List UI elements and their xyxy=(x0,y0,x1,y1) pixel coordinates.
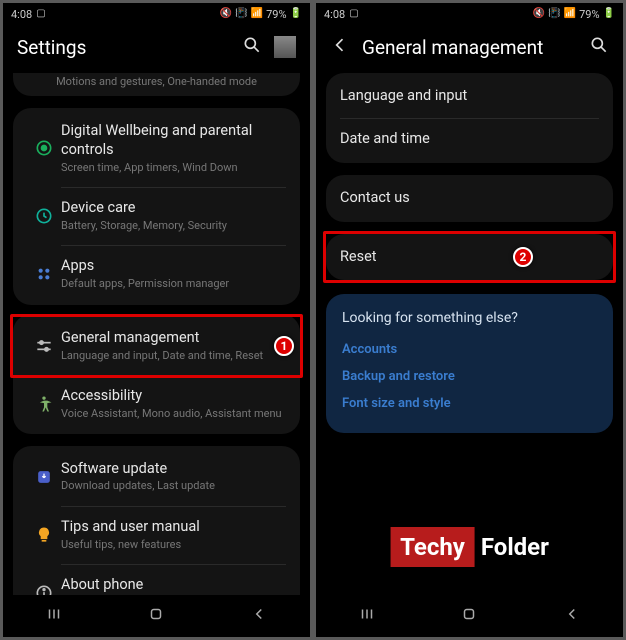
accessibility-icon xyxy=(27,394,61,414)
status-battery: 79% xyxy=(579,8,599,21)
row-sub: Default apps, Permission manager xyxy=(61,277,286,291)
row-title: Tips and user manual xyxy=(61,518,286,537)
battery-icon: 🔋 xyxy=(603,9,615,19)
wifi-icon: 📶 xyxy=(251,9,263,19)
status-bar: 4:08 ▢ 🔇 📳 📶 79% 🔋 xyxy=(3,3,310,25)
nav-home[interactable] xyxy=(147,605,165,627)
settings-row-software-update[interactable]: Software update Download updates, Last u… xyxy=(13,448,300,506)
looking-card: Looking for something else? Accounts Bac… xyxy=(326,294,613,433)
gm-group-contact: Contact us xyxy=(326,175,613,222)
phone-right: 4:08 ▢ 🔇 📳 📶 79% 🔋 General management La… xyxy=(316,3,623,637)
wellbeing-icon xyxy=(27,138,61,158)
nav-back[interactable] xyxy=(563,605,581,627)
settings-row-tips[interactable]: Tips and user manual Useful tips, new fe… xyxy=(13,506,300,564)
settings-row-accessibility[interactable]: Accessibility Voice Assistant, Mono audi… xyxy=(13,375,300,433)
row-title: About phone xyxy=(61,576,286,595)
nav-bar xyxy=(3,595,310,637)
settings-group-1: Digital Wellbeing and parental controls … xyxy=(13,108,300,305)
settings-row-wellbeing[interactable]: Digital Wellbeing and parental controls … xyxy=(13,110,300,187)
battery-icon: 🔋 xyxy=(290,9,302,19)
row-date-time[interactable]: Date and time xyxy=(326,118,613,161)
settings-group-2: General management Language and input, D… xyxy=(13,314,300,433)
callout-1: 1 xyxy=(274,336,294,356)
row-title: Software update xyxy=(61,460,286,479)
link-font-size-style[interactable]: Font size and style xyxy=(342,390,597,417)
settings-row-device-care[interactable]: Device care Battery, Storage, Memory, Se… xyxy=(13,187,300,245)
screenshot-icon: ▢ xyxy=(349,9,358,19)
status-time: 4:08 xyxy=(324,8,345,21)
highlight-reset: Reset xyxy=(323,231,616,284)
truncated-row-sub: Motions and gestures, One-handed mode xyxy=(13,75,300,94)
search-icon[interactable] xyxy=(242,35,262,59)
tips-icon xyxy=(27,525,61,545)
nav-recents[interactable] xyxy=(45,605,63,627)
status-bar: 4:08 ▢ 🔇 📳 📶 79% 🔋 xyxy=(316,3,623,25)
nav-recents[interactable] xyxy=(358,605,376,627)
screenshot-icon: ▢ xyxy=(36,9,45,19)
status-time: 4:08 xyxy=(11,8,32,21)
nav-bar xyxy=(316,595,623,637)
mute-icon: 🔇 xyxy=(533,9,545,19)
row-sub: Useful tips, new features xyxy=(61,538,286,552)
mute-icon: 🔇 xyxy=(220,9,232,19)
row-sub: Voice Assistant, Mono audio, Assistant m… xyxy=(61,407,286,421)
row-title: Device care xyxy=(61,199,286,218)
update-icon xyxy=(27,467,61,487)
settings-row-general-management[interactable]: General management Language and input, D… xyxy=(13,317,300,375)
watermark-brand-2: Folder xyxy=(481,533,549,561)
sliders-icon xyxy=(27,336,61,356)
vibrate-icon: 📳 xyxy=(548,9,560,19)
row-contact-us[interactable]: Contact us xyxy=(326,177,613,220)
about-icon xyxy=(27,583,61,595)
callout-2: 2 xyxy=(513,247,533,267)
watermark: Techy Folder xyxy=(390,527,549,567)
row-title: General management xyxy=(61,329,286,348)
row-sub: Download updates, Last update xyxy=(61,479,286,493)
row-title: Digital Wellbeing and parental controls xyxy=(61,122,286,160)
row-sub: Battery, Storage, Memory, Security xyxy=(61,219,286,233)
phone-left: 4:08 ▢ 🔇 📳 📶 79% 🔋 Settings Motions and … xyxy=(3,3,310,637)
row-title: Apps xyxy=(61,257,286,276)
status-battery: 79% xyxy=(266,8,286,21)
highlight-general-management: General management Language and input, D… xyxy=(10,314,303,378)
settings-row-about[interactable]: About phone Status, Legal information, P… xyxy=(13,564,300,595)
looking-heading: Looking for something else? xyxy=(342,310,597,326)
vibrate-icon: 📳 xyxy=(235,9,247,19)
row-title: Date and time xyxy=(340,130,599,149)
watermark-brand-1: Techy xyxy=(390,527,475,567)
settings-group-3: Software update Download updates, Last u… xyxy=(13,446,300,595)
wifi-icon: 📶 xyxy=(564,9,576,19)
row-language-input[interactable]: Language and input xyxy=(326,75,613,118)
row-reset[interactable]: Reset xyxy=(326,236,613,279)
search-icon[interactable] xyxy=(589,35,609,59)
gm-header: General management xyxy=(316,25,623,73)
avatar[interactable] xyxy=(274,36,296,58)
gm-group-reset: Reset 2 xyxy=(326,231,613,284)
back-icon[interactable] xyxy=(330,35,350,59)
row-sub: Language and input, Date and time, Reset xyxy=(61,349,286,363)
apps-icon xyxy=(27,264,61,284)
nav-home[interactable] xyxy=(460,605,478,627)
page-title: General management xyxy=(362,36,577,59)
row-sub: Screen time, App timers, Wind Down xyxy=(61,161,286,175)
row-title: Reset xyxy=(340,248,599,267)
settings-row-apps[interactable]: Apps Default apps, Permission manager xyxy=(13,245,300,303)
page-title: Settings xyxy=(17,36,230,59)
link-accounts[interactable]: Accounts xyxy=(342,336,597,363)
row-title: Accessibility xyxy=(61,387,286,406)
row-title: Language and input xyxy=(340,87,599,106)
gm-group-1: Language and input Date and time xyxy=(326,73,613,163)
row-title: Contact us xyxy=(340,189,599,208)
device-care-icon xyxy=(27,206,61,226)
link-backup-restore[interactable]: Backup and restore xyxy=(342,363,597,390)
nav-back[interactable] xyxy=(250,605,268,627)
settings-group-advanced: Motions and gestures, One-handed mode xyxy=(13,73,300,96)
settings-header: Settings xyxy=(3,25,310,73)
